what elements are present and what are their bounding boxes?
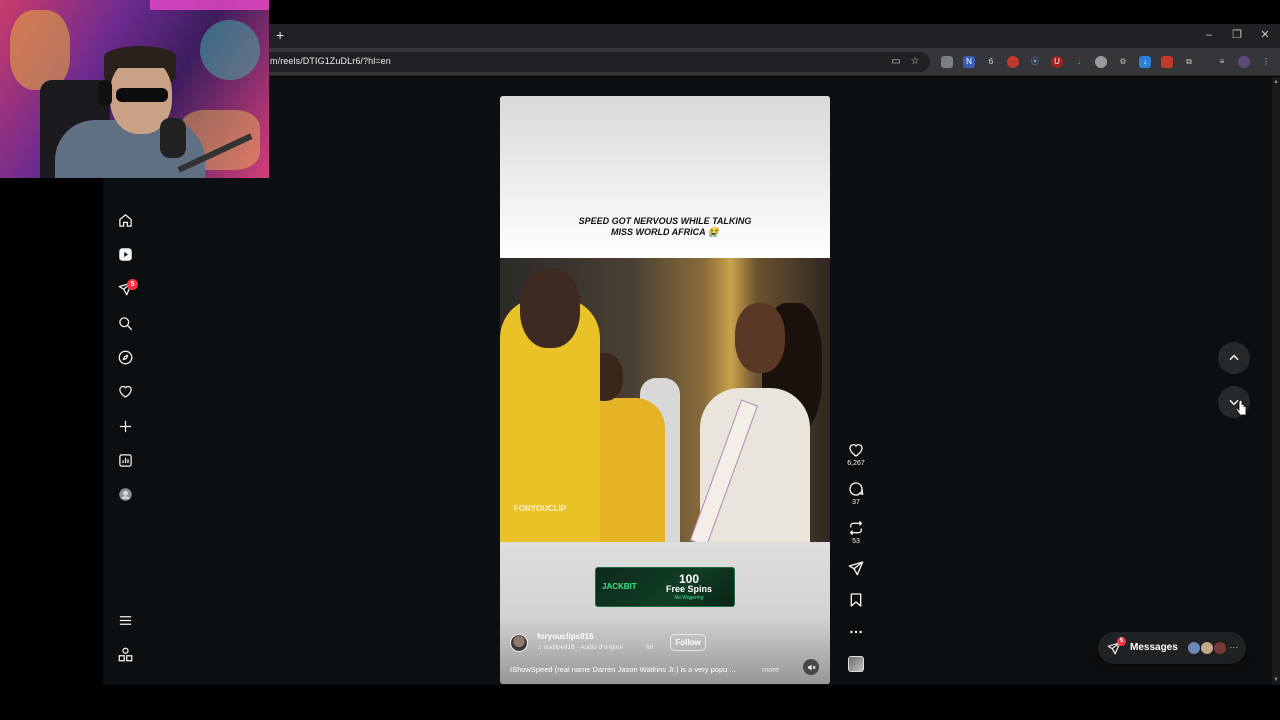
reel-description: IShowSpeed (real name Darren Jason Watki… <box>510 665 736 674</box>
chevron-up-icon <box>1229 354 1239 361</box>
home-icon[interactable] <box>117 212 133 228</box>
ad-free-spins: Free Spins <box>665 584 712 594</box>
messages-badge: 5 <box>127 279 138 290</box>
messages-pill-badge: 5 <box>1117 637 1126 646</box>
extension-2-icon[interactable]: N <box>963 56 975 68</box>
more-menu-icon[interactable] <box>117 612 133 628</box>
install-app-icon[interactable]: ▭ <box>890 56 902 68</box>
like-count: 6,267 <box>847 460 865 467</box>
page-scrollbar[interactable] <box>1272 77 1280 685</box>
browser-menu-icon[interactable]: ⋮ <box>1260 56 1272 68</box>
like-action[interactable]: 6,267 <box>847 442 865 467</box>
mouse-cursor-icon <box>1235 399 1247 421</box>
explore-icon[interactable] <box>117 349 133 365</box>
new-tab-button[interactable]: + <box>276 28 290 42</box>
audio-label[interactable]: ♫ ouclips916 · Audio d'origine <box>537 644 623 651</box>
reel-caption: SPEED GOT NERVOUS WHILE TALKING MISS WOR… <box>500 216 830 238</box>
browser-profile-avatar[interactable] <box>1238 56 1250 68</box>
extension-ublock-icon[interactable]: U <box>1051 56 1063 68</box>
dashboard-icon[interactable] <box>117 452 133 468</box>
bookmark-star-icon[interactable]: ☆ <box>909 56 921 68</box>
follow-button[interactable]: Follow <box>670 634 706 651</box>
extensions-puzzle-icon[interactable]: ⧉ <box>1183 56 1195 68</box>
streamer-headset <box>98 80 112 106</box>
message-avatar-2 <box>1200 641 1214 655</box>
message-avatar-3 <box>1213 641 1227 655</box>
mute-toggle-icon[interactable] <box>803 659 819 675</box>
profile-icon[interactable] <box>117 486 133 502</box>
scroll-up-arrow[interactable]: ▲ <box>1272 78 1280 86</box>
audio-for-label: for <box>646 644 654 651</box>
wall-doodle-1 <box>10 10 70 90</box>
video-woman-face <box>735 303 785 373</box>
extension-6-icon[interactable]: ↓ <box>1073 56 1085 68</box>
comment-count: 37 <box>852 499 860 506</box>
microphone <box>160 118 186 158</box>
minimize-button[interactable]: – <box>1202 28 1216 42</box>
reel-video-frame[interactable]: FORYOUCLIP <box>500 258 830 542</box>
extension-4-icon[interactable] <box>1007 56 1019 68</box>
ad-brand: JACKBIT <box>602 582 637 591</box>
video-watermark: FORYOUCLIP <box>514 504 567 513</box>
heart-icon[interactable] <box>848 442 864 458</box>
wall-doodle-2 <box>200 20 260 80</box>
comment-icon[interactable] <box>848 481 864 497</box>
bookmark-icon[interactable] <box>848 592 864 608</box>
comment-action[interactable]: 37 <box>847 481 865 506</box>
video-person-foreground-head <box>520 268 580 348</box>
audio-thumbnail[interactable] <box>848 656 864 672</box>
extension-3-icon[interactable]: 6 <box>985 56 997 68</box>
reel-player[interactable]: SPEED GOT NERVOUS WHILE TALKING MISS WOR… <box>500 96 830 684</box>
search-icon[interactable] <box>117 315 133 331</box>
streamer-hair-top <box>104 46 176 68</box>
message-avatar-1 <box>1187 641 1201 655</box>
also-from-meta-icon[interactable] <box>117 646 133 662</box>
extension-10-icon[interactable] <box>1161 56 1173 68</box>
extension-8-icon[interactable]: ⚙ <box>1117 56 1129 68</box>
url-text[interactable]: m/reels/DTIG1ZuDLr6/?hl=en <box>270 56 391 66</box>
repost-icon[interactable] <box>848 520 864 536</box>
page-bottom-bar <box>0 685 1280 720</box>
extension-5-icon[interactable]: ⦿ <box>1029 56 1041 68</box>
repost-action[interactable]: 53 <box>847 520 865 545</box>
previous-reel-button[interactable] <box>1218 342 1250 374</box>
reading-list-icon[interactable]: ≡ <box>1216 56 1228 68</box>
reel-caption-line-1: SPEED GOT NERVOUS WHILE TALKING <box>578 216 752 226</box>
extension-9-icon[interactable]: ↓ <box>1139 56 1151 68</box>
close-window-button[interactable]: ✕ <box>1258 28 1272 42</box>
ad-subtext: No Wagering <box>674 595 704 601</box>
webcam-overlay <box>0 0 269 178</box>
streamer-sunglasses <box>116 88 168 102</box>
reels-icon[interactable] <box>117 246 133 262</box>
left-gutter <box>0 178 103 685</box>
reel-caption-panel: SPEED GOT NERVOUS WHILE TALKING MISS WOR… <box>500 96 830 258</box>
author-avatar[interactable] <box>510 634 528 652</box>
share-action[interactable] <box>847 560 865 576</box>
author-username[interactable]: foryouclips916 <box>537 632 593 641</box>
repost-count: 53 <box>852 538 860 545</box>
share-icon[interactable] <box>848 560 864 576</box>
extension-7-icon[interactable] <box>1095 56 1107 68</box>
save-action[interactable] <box>847 592 865 608</box>
restore-button[interactable]: ❐ <box>1230 28 1244 42</box>
notifications-icon[interactable] <box>117 383 133 399</box>
extension-1-icon[interactable] <box>941 56 953 68</box>
scroll-down-arrow[interactable]: ▼ <box>1272 676 1280 684</box>
messages-more-icon: ··· <box>1229 642 1239 652</box>
reel-caption-line-2: MISS WORLD AFRICA 😭 <box>610 227 720 237</box>
more-dots-icon[interactable] <box>848 624 864 640</box>
messages-label[interactable]: Messages <box>1130 642 1178 653</box>
sponsored-ad-banner[interactable]: JACKBIT 100 Free Spins No Wagering <box>595 567 735 607</box>
create-icon[interactable] <box>117 418 133 434</box>
more-link[interactable]: more <box>762 665 779 674</box>
neon-light <box>150 0 269 10</box>
more-options-action[interactable] <box>847 624 865 640</box>
